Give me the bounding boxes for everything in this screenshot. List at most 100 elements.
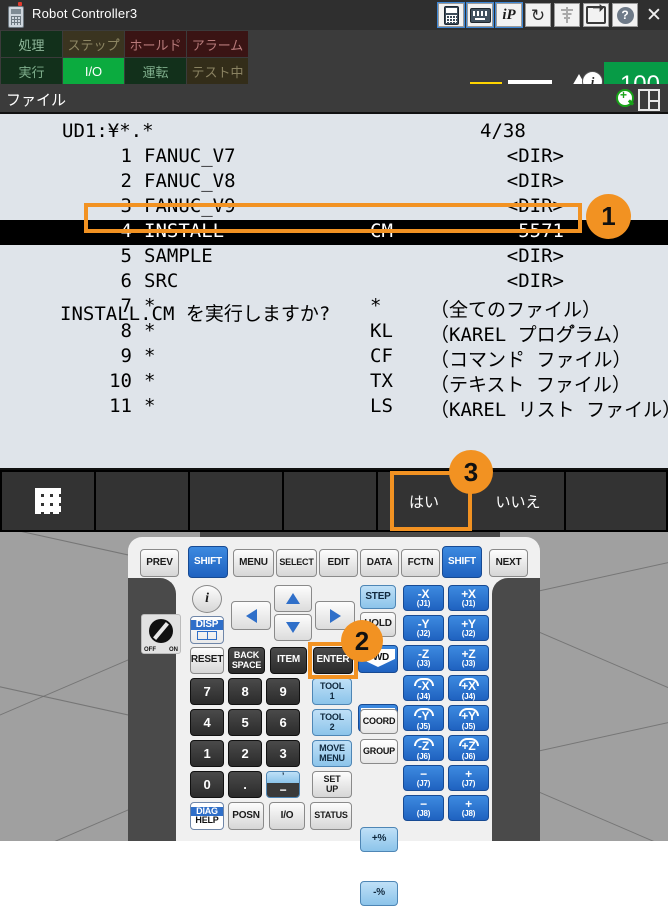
jog-positive-key-J7[interactable]: + (J7): [448, 765, 489, 791]
left-arrow-key[interactable]: [231, 601, 271, 630]
jog-negative-key-J6[interactable]: -Z (J6): [403, 735, 444, 761]
help-icon[interactable]: ?: [611, 2, 639, 28]
num-4-key[interactable]: 4: [190, 709, 224, 736]
jog-joint-label: (J7): [416, 779, 431, 789]
move-menu-key[interactable]: MOVE MENU: [312, 740, 352, 767]
num-5-key[interactable]: 5: [228, 709, 262, 736]
shift-key-right[interactable]: SHIFT: [442, 546, 482, 578]
file-size: <DIR>: [506, 245, 564, 267]
set-up-key[interactable]: SET UP: [312, 771, 352, 798]
ip-panel-icon[interactable]: iP: [495, 2, 523, 28]
next-key[interactable]: NEXT: [489, 549, 528, 577]
down-arrow-key[interactable]: [274, 614, 312, 641]
jog-joint-label: (J8): [461, 809, 476, 819]
file-description: （コマント゚ ファイル）: [430, 349, 632, 371]
jog-positive-key-J5[interactable]: +Y (J5): [448, 705, 489, 731]
jog-positive-key-J3[interactable]: +Z (J3): [448, 645, 489, 671]
jog-negative-key-J2[interactable]: -Y (J2): [403, 615, 444, 641]
reset-key[interactable]: RESET: [190, 647, 224, 674]
jog-negative-key-J7[interactable]: − (J7): [403, 765, 444, 791]
jog-joint-label: (J2): [461, 629, 476, 639]
status-key[interactable]: STATUS: [310, 802, 352, 830]
increase-override-key[interactable]: +%: [360, 827, 398, 852]
file-extension: LS: [370, 395, 393, 417]
jog-joint-label: (J1): [461, 599, 476, 609]
antenna-icon[interactable]: [553, 2, 581, 28]
jog-negative-key-J1[interactable]: -X (J1): [403, 585, 444, 611]
zoom-in-icon[interactable]: [616, 88, 635, 107]
pendant-view-icon[interactable]: [437, 2, 465, 28]
jog-positive-key-J4[interactable]: +X (J4): [448, 675, 489, 701]
jog-negative-key-J5[interactable]: -Y (J5): [403, 705, 444, 731]
file-name: *: [144, 370, 156, 392]
info-key[interactable]: i: [192, 585, 222, 613]
file-description: （全てのファイル）: [430, 299, 602, 321]
file-extension: KL: [370, 320, 393, 342]
step-key[interactable]: STEP: [360, 585, 396, 609]
jog-negative-key-J8[interactable]: − (J8): [403, 795, 444, 821]
refresh-icon[interactable]: ↻: [524, 2, 552, 28]
num-6-key[interactable]: 6: [266, 709, 300, 736]
fkey-f3[interactable]: [284, 472, 376, 530]
sign-key[interactable]: ’ −: [266, 771, 300, 798]
num-1-key[interactable]: 1: [190, 740, 224, 767]
file-list-row[interactable]: 11 * LS （KAREL リスト ファイル）: [0, 395, 668, 421]
num-9-key[interactable]: 9: [266, 678, 300, 705]
tool-2-key[interactable]: TOOL 2: [312, 709, 352, 736]
io-key[interactable]: I/O: [269, 802, 305, 830]
jog-positive-key-J2[interactable]: +Y (J2): [448, 615, 489, 641]
decimal-point-key[interactable]: .: [228, 771, 262, 798]
jog-positive-key-J1[interactable]: +X (J1): [448, 585, 489, 611]
up-arrow-key[interactable]: [274, 585, 312, 612]
diag-help-key[interactable]: DIAG HELP: [190, 802, 224, 830]
file-size: <DIR>: [506, 170, 564, 192]
fkey-f2[interactable]: [190, 472, 282, 530]
file-list-row[interactable]: 5 SAMPLE <DIR>: [0, 245, 668, 270]
screen-title: ファイル: [6, 91, 67, 109]
num-3-key[interactable]: 3: [266, 740, 300, 767]
edit-key[interactable]: EDIT: [319, 549, 358, 577]
select-key[interactable]: SELECT: [276, 549, 317, 577]
jog-negative-key-J3[interactable]: -Z (J3): [403, 645, 444, 671]
file-list-row[interactable]: 1 FANUC_V7 <DIR>: [0, 145, 668, 170]
shift-key-left[interactable]: SHIFT: [188, 546, 228, 578]
jog-joint-label: (J1): [416, 599, 431, 609]
file-name: FANUC_V8: [144, 170, 236, 192]
sign-key-apostrophe: ’: [267, 772, 299, 783]
jog-positive-key-J6[interactable]: +Z (J6): [448, 735, 489, 761]
tool-1-key[interactable]: TOOL 1: [312, 678, 352, 705]
close-icon[interactable]: ✕: [640, 2, 668, 28]
jog-negative-key-J4[interactable]: -X (J4): [403, 675, 444, 701]
external-link-icon[interactable]: [582, 2, 610, 28]
jog-positive-key-J8[interactable]: + (J8): [448, 795, 489, 821]
file-list-row[interactable]: 6 SRC <DIR>: [0, 270, 668, 295]
group-key[interactable]: GROUP: [360, 739, 398, 764]
file-list-row[interactable]: 10 * TX （テキスト ファイル）: [0, 370, 668, 396]
keyboard-icon[interactable]: [466, 2, 494, 28]
fkey-menu[interactable]: [2, 472, 94, 530]
power-switch[interactable]: OFF ON: [141, 614, 181, 654]
file-list: 1 FANUC_V7 <DIR> 2 FANUC_V8 <DIR> 3 FANUC_V9 <DI…: [0, 145, 668, 421]
back-space-key[interactable]: BACK SPACE: [228, 647, 265, 674]
split-view-icon[interactable]: [638, 89, 660, 111]
num-2-key[interactable]: 2: [228, 740, 262, 767]
coord-key[interactable]: COORD: [360, 709, 398, 734]
menu-key[interactable]: MENU: [233, 549, 274, 577]
num-0-key[interactable]: 0: [190, 771, 224, 798]
posn-key[interactable]: POSN: [228, 802, 264, 830]
fkey-f1[interactable]: [96, 472, 188, 530]
file-list-row[interactable]: 2 FANUC_V8 <DIR>: [0, 170, 668, 195]
fctn-key[interactable]: FCTN: [401, 549, 440, 577]
fkey-f6[interactable]: [566, 472, 666, 530]
prev-key[interactable]: PREV: [140, 549, 179, 577]
num-8-key[interactable]: 8: [228, 678, 262, 705]
data-key[interactable]: DATA: [360, 549, 399, 577]
file-index: 2: [120, 170, 132, 192]
item-key[interactable]: ITEM: [270, 647, 307, 674]
file-list-row[interactable]: 9 * CF （コマント゚ ファイル）: [0, 345, 668, 371]
power-off-label: OFF: [144, 647, 156, 653]
decrease-override-key[interactable]: -%: [360, 881, 398, 906]
num-7-key[interactable]: 7: [190, 678, 224, 705]
disp-key[interactable]: DISP: [190, 616, 224, 644]
file-extension: CF: [370, 345, 393, 367]
